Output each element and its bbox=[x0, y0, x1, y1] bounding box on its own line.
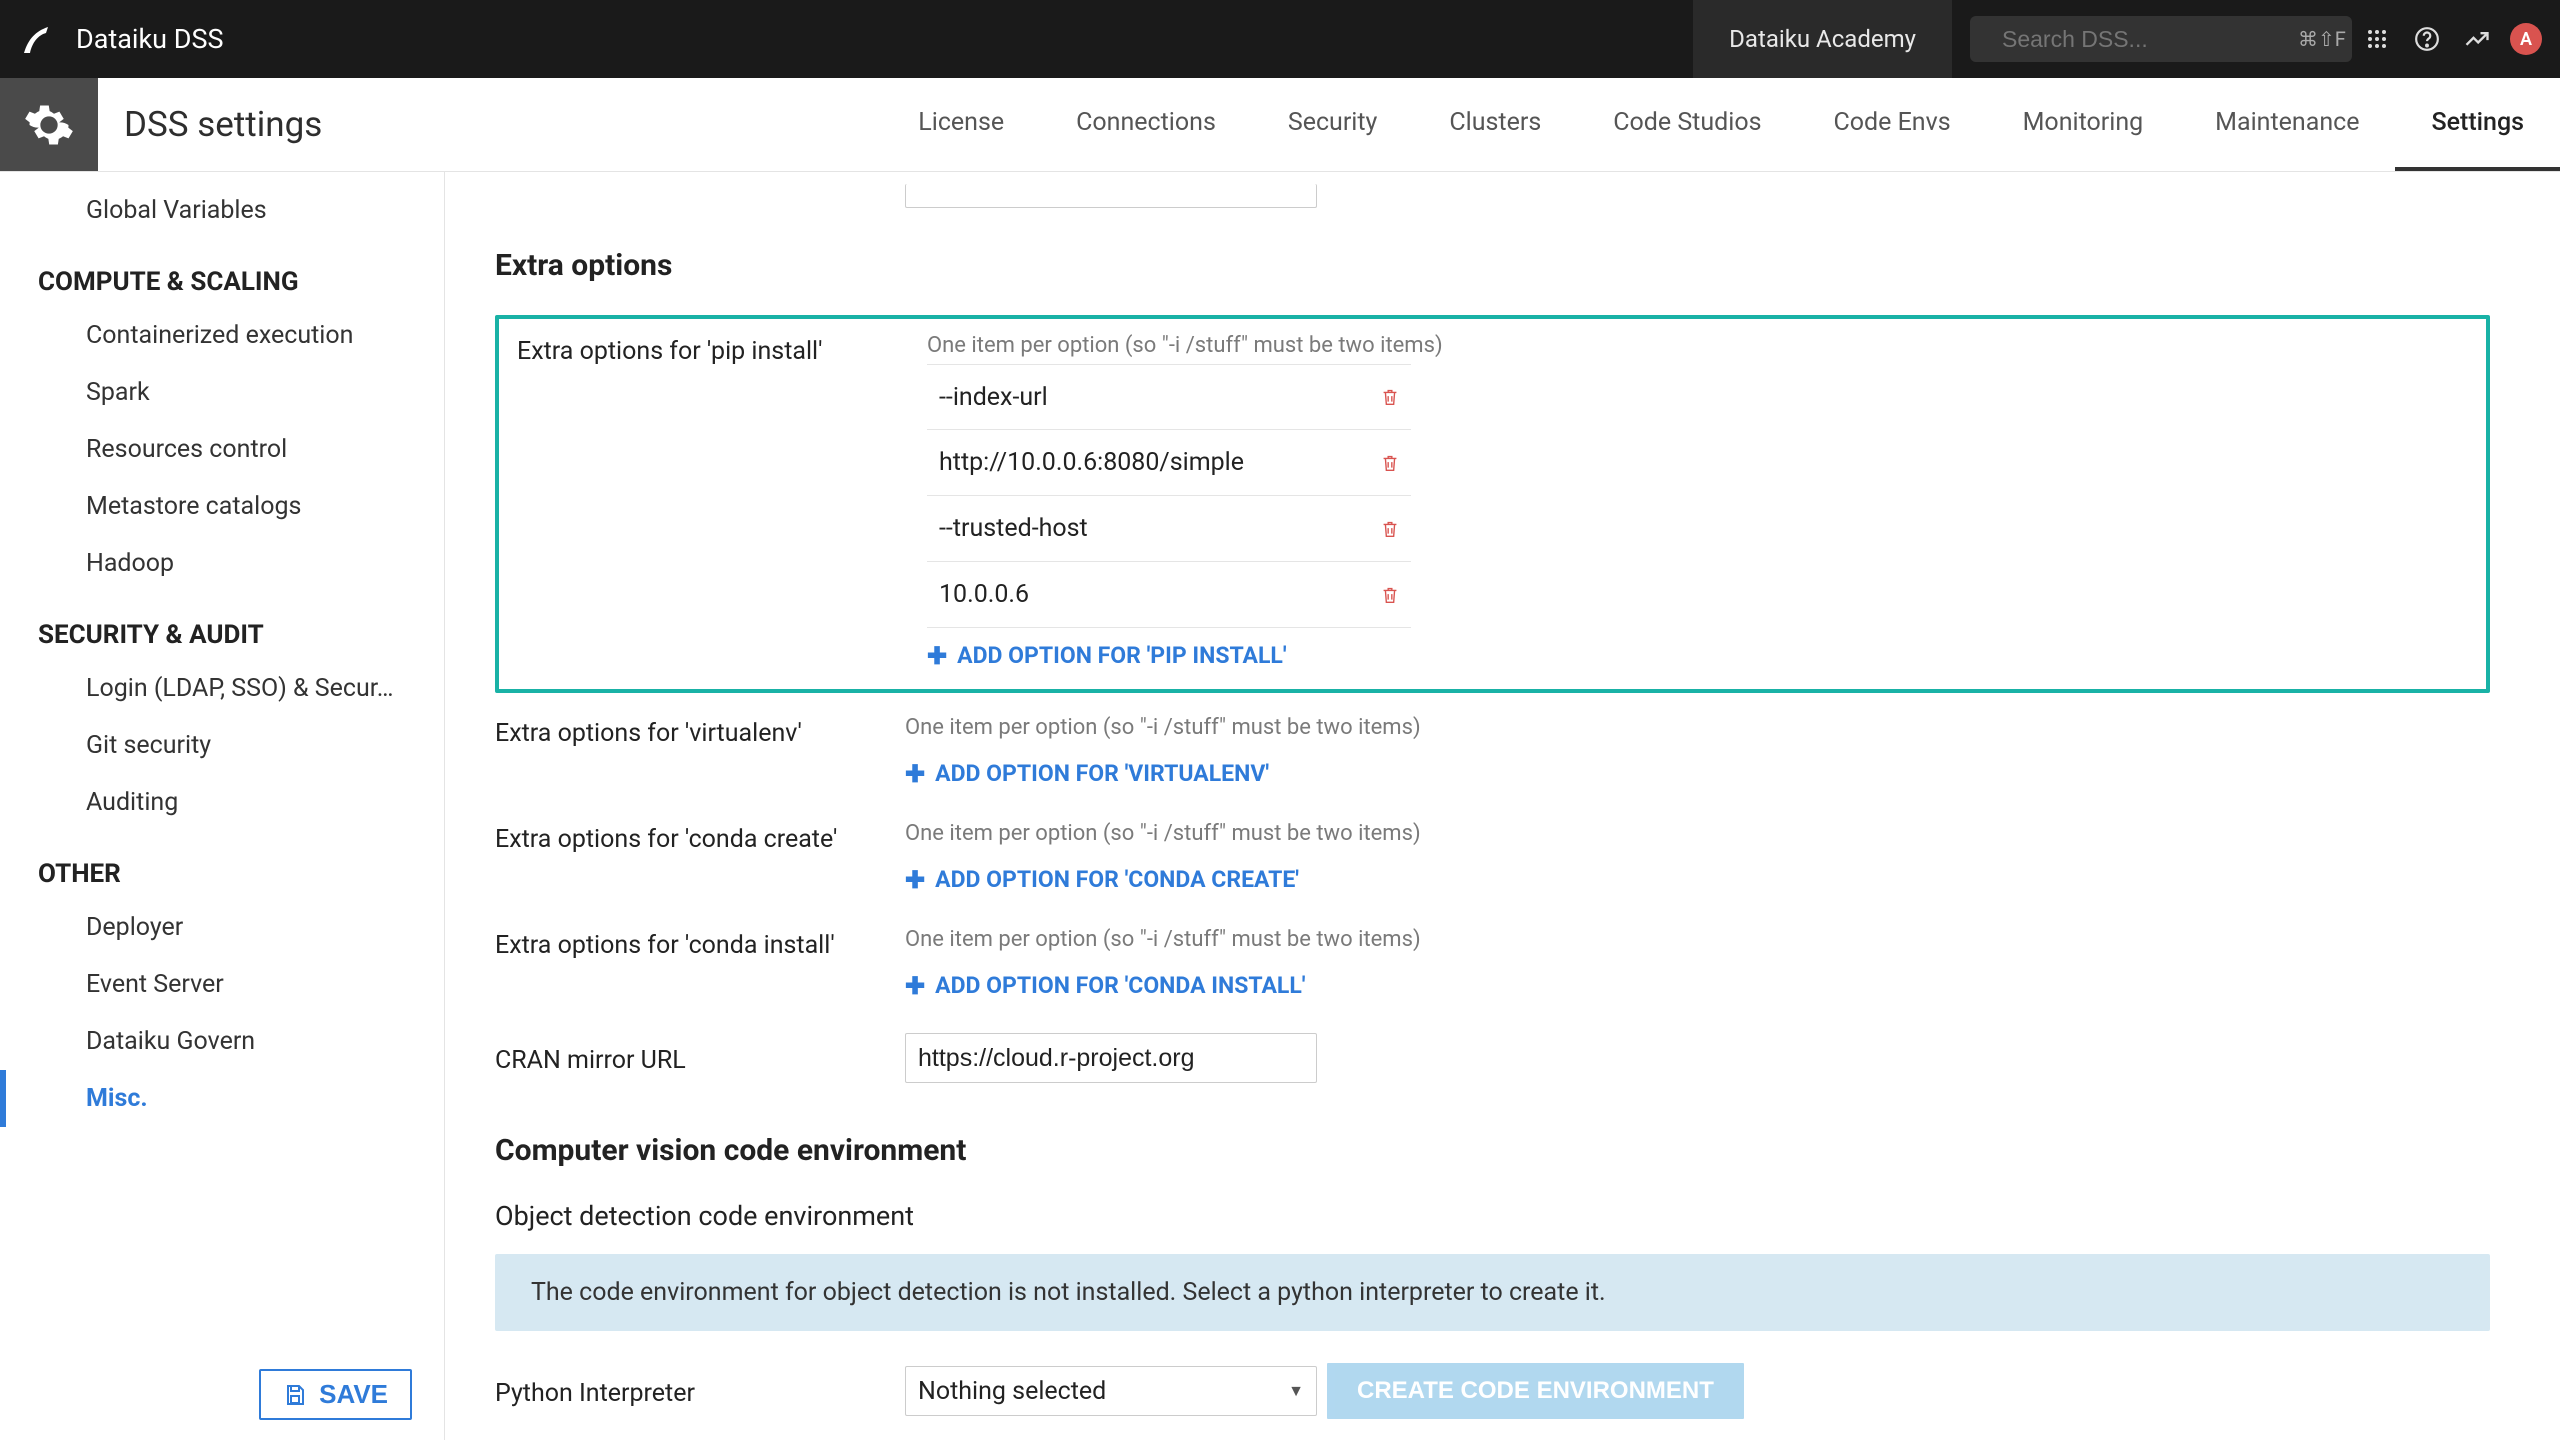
search-box[interactable]: ⌘⇧F bbox=[1970, 16, 2352, 62]
partial-input-above[interactable] bbox=[905, 184, 1317, 208]
add-conda-create-option-button[interactable]: ✚ ADD OPTION FOR 'CONDA CREATE' bbox=[905, 852, 1421, 907]
python-interpreter-select[interactable]: Nothing selected ▼ bbox=[905, 1366, 1317, 1416]
save-icon bbox=[283, 1383, 307, 1407]
pip-option-row: 10.0.0.6 bbox=[927, 562, 1411, 628]
plus-icon: ✚ bbox=[927, 644, 947, 668]
sidebar-item-global-variables[interactable]: Global Variables bbox=[0, 182, 438, 239]
tab-maintenance[interactable]: Maintenance bbox=[2179, 78, 2395, 171]
tab-connections[interactable]: Connections bbox=[1040, 78, 1252, 171]
subheader: DSS settings LicenseConnectionsSecurityC… bbox=[0, 78, 2560, 172]
pip-label: Extra options for 'pip install' bbox=[517, 333, 927, 366]
pip-option-row: --trusted-host bbox=[927, 496, 1411, 562]
chevron-down-icon: ▼ bbox=[1288, 1381, 1304, 1401]
subheader-tabs: LicenseConnectionsSecurityClustersCode S… bbox=[882, 78, 2560, 171]
conda-create-help: One item per option (so "-i /stuff" must… bbox=[905, 821, 1421, 846]
object-detection-label: Object detection code environment bbox=[495, 1200, 2490, 1232]
conda-install-help: One item per option (so "-i /stuff" must… bbox=[905, 927, 1421, 952]
sidebar-item-resources-control[interactable]: Resources control bbox=[0, 421, 438, 478]
topbar: Dataiku DSS Dataiku Academy ⌘⇧F A bbox=[0, 0, 2560, 78]
academy-link[interactable]: Dataiku Academy bbox=[1693, 0, 1952, 78]
add-conda-install-option-button[interactable]: ✚ ADD OPTION FOR 'CONDA INSTALL' bbox=[905, 958, 1421, 1013]
sidebar-item-containerized-execution[interactable]: Containerized execution bbox=[0, 307, 438, 364]
sidebar-item-login-ldap-sso-secur-[interactable]: Login (LDAP, SSO) & Secur… bbox=[0, 660, 438, 717]
tab-code-studios[interactable]: Code Studios bbox=[1577, 78, 1797, 171]
save-button[interactable]: SAVE bbox=[259, 1369, 412, 1420]
tab-license[interactable]: License bbox=[882, 78, 1040, 171]
trash-icon[interactable] bbox=[1379, 452, 1401, 474]
sidebar-item-metastore-catalogs[interactable]: Metastore catalogs bbox=[0, 478, 438, 535]
page-title: DSS settings bbox=[98, 78, 882, 171]
add-virtualenv-option-button[interactable]: ✚ ADD OPTION FOR 'VIRTUALENV' bbox=[905, 746, 1421, 801]
search-input[interactable] bbox=[2002, 26, 2298, 53]
sidebar-heading: COMPUTE & SCALING bbox=[0, 239, 438, 307]
conda-create-label: Extra options for 'conda create' bbox=[495, 821, 905, 854]
trash-icon[interactable] bbox=[1379, 518, 1401, 540]
pip-help: One item per option (so "-i /stuff" must… bbox=[927, 333, 1443, 358]
pip-option-row: --index-url bbox=[927, 364, 1411, 430]
tab-clusters[interactable]: Clusters bbox=[1413, 78, 1577, 171]
plus-icon: ✚ bbox=[905, 762, 925, 786]
trash-icon[interactable] bbox=[1379, 584, 1401, 606]
sidebar-item-deployer[interactable]: Deployer bbox=[0, 899, 438, 956]
avatar[interactable]: A bbox=[2510, 23, 2542, 55]
create-code-env-button[interactable]: CREATE CODE ENVIRONMENT bbox=[1327, 1363, 1744, 1419]
main-panel: Extra options Extra options for 'pip ins… bbox=[445, 172, 2560, 1440]
sidebar-item-git-security[interactable]: Git security bbox=[0, 717, 438, 774]
tab-settings[interactable]: Settings bbox=[2395, 78, 2560, 171]
section-title-extra-options: Extra options bbox=[495, 248, 2490, 283]
pip-option-list: --index-url http://10.0.0.6:8080/simple --… bbox=[927, 364, 1411, 628]
activity-icon[interactable] bbox=[2452, 0, 2502, 78]
trash-icon[interactable] bbox=[1379, 386, 1401, 408]
plus-icon: ✚ bbox=[905, 974, 925, 998]
sidebar-item-hadoop[interactable]: Hadoop bbox=[0, 535, 438, 592]
plus-icon: ✚ bbox=[905, 868, 925, 892]
pip-option-value[interactable]: http://10.0.0.6:8080/simple bbox=[927, 448, 1379, 477]
virtualenv-help: One item per option (so "-i /stuff" must… bbox=[905, 715, 1421, 740]
pip-option-row: http://10.0.0.6:8080/simple bbox=[927, 430, 1411, 496]
pip-option-value[interactable]: --trusted-host bbox=[927, 514, 1379, 543]
app-title: Dataiku DSS bbox=[76, 23, 1693, 55]
conda-install-label: Extra options for 'conda install' bbox=[495, 927, 905, 960]
sidebar-item-dataiku-govern[interactable]: Dataiku Govern bbox=[0, 1013, 438, 1070]
python-interpreter-label: Python Interpreter bbox=[495, 1375, 905, 1408]
section-title-cv: Computer vision code environment bbox=[495, 1133, 2490, 1168]
sidebar-heading: OTHER bbox=[0, 831, 438, 899]
search-shortcut: ⌘⇧F bbox=[2298, 27, 2346, 51]
pip-option-value[interactable]: 10.0.0.6 bbox=[927, 580, 1379, 609]
add-pip-option-button[interactable]: ✚ ADD OPTION FOR 'PIP INSTALL' bbox=[927, 628, 1443, 683]
save-button-label: SAVE bbox=[319, 1379, 388, 1410]
help-icon[interactable] bbox=[2402, 0, 2452, 78]
dataiku-logo-icon[interactable] bbox=[18, 19, 58, 59]
object-detection-info-banner: The code environment for object detectio… bbox=[495, 1254, 2490, 1331]
cran-label: CRAN mirror URL bbox=[495, 1042, 905, 1075]
sidebar: Global VariablesCOMPUTE & SCALINGContain… bbox=[0, 172, 445, 1440]
sidebar-item-misc-[interactable]: Misc. bbox=[0, 1070, 438, 1127]
sidebar-item-event-server[interactable]: Event Server bbox=[0, 956, 438, 1013]
pip-options-box: Extra options for 'pip install' One item… bbox=[495, 315, 2490, 693]
cran-url-input[interactable] bbox=[905, 1033, 1317, 1083]
tab-security[interactable]: Security bbox=[1252, 78, 1414, 171]
settings-gear-icon[interactable] bbox=[0, 78, 98, 171]
tab-monitoring[interactable]: Monitoring bbox=[1987, 78, 2180, 171]
apps-icon[interactable] bbox=[2352, 0, 2402, 78]
tab-code-envs[interactable]: Code Envs bbox=[1797, 78, 1986, 171]
virtualenv-label: Extra options for 'virtualenv' bbox=[495, 715, 905, 748]
sidebar-item-spark[interactable]: Spark bbox=[0, 364, 438, 421]
pip-option-value[interactable]: --index-url bbox=[927, 383, 1379, 412]
sidebar-heading: SECURITY & AUDIT bbox=[0, 592, 438, 660]
sidebar-item-auditing[interactable]: Auditing bbox=[0, 774, 438, 831]
